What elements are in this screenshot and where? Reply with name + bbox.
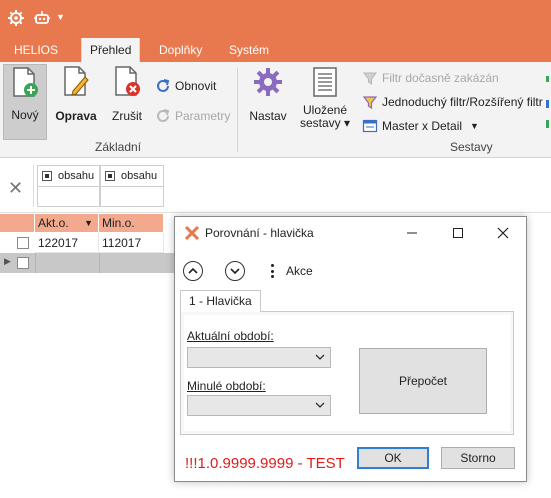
dialog-title: Porovnání - hlavička [205, 226, 314, 240]
refresh-icon [154, 77, 172, 95]
filter-column-1[interactable]: obsahu [37, 165, 100, 187]
filtr-docasne-label: Filtr dočasně zakázán [382, 71, 499, 85]
maximize-icon[interactable] [435, 217, 481, 249]
zrusit-label: Zrušit [112, 109, 142, 123]
tab-doplnky[interactable]: Doplňky [151, 38, 210, 62]
row-pointer-icon: ▶ [4, 256, 11, 266]
nastav-label: Nastav [249, 109, 287, 123]
parametry-button[interactable]: Parametry [154, 106, 230, 126]
dropdown-caret-icon[interactable]: ▼ [56, 12, 65, 22]
delete-document-icon [109, 64, 145, 100]
title-bar: ▼ [0, 0, 551, 38]
edit-document-icon [58, 64, 94, 100]
zrusit-button[interactable]: Zrušit [106, 64, 148, 128]
row-selector[interactable] [0, 233, 34, 253]
chevron-down-icon[interactable] [225, 261, 245, 281]
column-header-min[interactable]: Min.o. [99, 214, 164, 232]
minule-obdobi-label: Minulé období: [187, 379, 266, 393]
parametry-label: Parametry [175, 109, 231, 123]
tab-prehled[interactable]: Přehled [81, 38, 141, 62]
grid-divider [99, 253, 100, 273]
storno-button[interactable]: Storno [441, 447, 515, 469]
filter-icon [361, 93, 379, 111]
minimize-icon[interactable] [389, 217, 435, 249]
jednoduchy-filtr-label: Jednoduchý filtr/Rozšířený filtr [382, 95, 543, 109]
akce-menu-button[interactable]: Akce [271, 261, 313, 281]
saved-reports-icon [307, 64, 343, 98]
sort-desc-icon: ▼ [84, 218, 93, 228]
master-detail-button[interactable]: Master x Detail ▼ [361, 116, 479, 136]
version-label: !!!1.0.9999.9999 - TEST [185, 455, 345, 472]
filter-value-1[interactable] [37, 187, 100, 207]
tab-helios[interactable]: HELIOS [6, 38, 66, 62]
ribbon: Nový Oprava Zrušit Obnovit Parametry Zák… [0, 62, 551, 158]
filter-column-1-label: obsahu [58, 170, 95, 182]
filter-separator [33, 165, 34, 207]
aktualni-obdobi-select[interactable] [187, 347, 331, 368]
column-checkbox-icon [105, 171, 115, 181]
filter-off-icon [361, 69, 379, 87]
group-zakladni-label: Základní [95, 140, 142, 154]
master-detail-label: Master x Detail [382, 119, 463, 133]
ribbon-tabs: HELIOS Přehled Doplňky Systém [0, 38, 551, 62]
robot-icon[interactable] [32, 8, 52, 28]
master-detail-icon [361, 117, 379, 135]
dialog-title-bar[interactable]: Porovnání - hlavička [175, 217, 526, 249]
group-sestavy-label: Sestavy [450, 140, 493, 154]
clear-filter-icon[interactable]: ✕ [8, 178, 23, 199]
gear-icon[interactable] [6, 8, 26, 28]
oprava-button[interactable]: Oprava [53, 64, 99, 128]
chevron-down-icon [314, 351, 326, 366]
app-window: ▼ HELIOS Přehled Doplňky Systém Nový Opr… [0, 0, 551, 498]
oprava-label: Oprava [55, 109, 97, 123]
filtr-docasne-button[interactable]: Filtr dočasně zakázán [361, 68, 499, 88]
parameters-icon [154, 107, 172, 125]
filter-column-2-label: obsahu [121, 170, 158, 182]
new-row-checkbox[interactable] [17, 257, 29, 269]
table-cell[interactable]: 112017 [99, 233, 164, 253]
column-header-akt[interactable]: Akt.o. ▼ [35, 214, 99, 232]
ulozene-label-2: sestavy ▾ [299, 116, 351, 130]
dialog-toolbar: Akce [175, 253, 526, 283]
ulozene-sestavy-button[interactable]: Uložené sestavy ▾ [298, 64, 352, 130]
obnovit-label: Obnovit [175, 79, 217, 93]
akce-label: Akce [286, 264, 313, 278]
new-document-icon [7, 65, 43, 101]
aktualni-obdobi-label: Aktuální období: [187, 329, 274, 343]
grid-divider [35, 253, 36, 273]
grid-corner [0, 214, 34, 232]
tab-system[interactable]: Systém [221, 38, 277, 62]
group-separator [237, 68, 238, 152]
filter-value-2[interactable] [100, 187, 164, 207]
filter-column-2[interactable]: obsahu [100, 165, 164, 187]
column-header-akt-label: Akt.o. [38, 216, 69, 230]
jednoduchy-filtr-button[interactable]: Jednoduchý filtr/Rozšířený filtr [361, 92, 543, 112]
novy-button[interactable]: Nový [3, 64, 47, 140]
chevron-down-icon [314, 399, 326, 414]
ribbon-overflow-edge [546, 70, 551, 130]
master-detail-caret-icon: ▼ [470, 121, 479, 131]
settings-gear-icon [250, 64, 286, 100]
nastav-button[interactable]: Nastav [246, 64, 290, 128]
helios-logo-icon [184, 225, 200, 243]
ok-button[interactable]: OK [357, 447, 429, 469]
prepocet-button[interactable]: Přepočet [359, 348, 487, 414]
more-vertical-icon [271, 264, 274, 278]
chevron-up-icon[interactable] [183, 261, 203, 281]
tab-hlavicka[interactable]: 1 - Hlavička [180, 290, 261, 312]
column-checkbox-icon [42, 171, 52, 181]
table-cell[interactable]: 122017 [35, 233, 99, 253]
porovnani-dialog: Porovnání - hlavička Akce 1 - Hlavička A… [174, 216, 527, 482]
minule-obdobi-select[interactable] [187, 395, 331, 416]
column-header-min-label: Min.o. [102, 216, 135, 230]
close-icon[interactable] [480, 217, 526, 249]
novy-label: Nový [11, 108, 39, 122]
obnovit-button[interactable]: Obnovit [154, 76, 216, 96]
row-checkbox[interactable] [17, 237, 29, 249]
